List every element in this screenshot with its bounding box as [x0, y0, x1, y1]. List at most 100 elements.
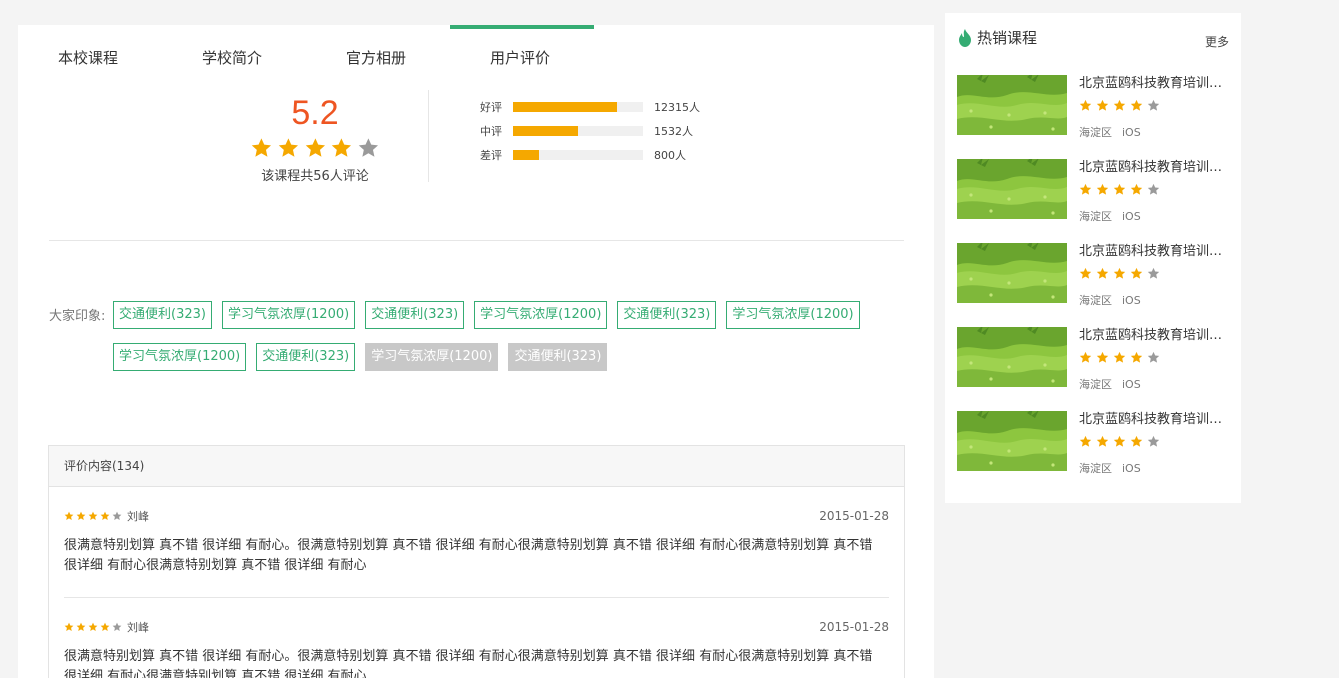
course-item[interactable]: 北京蓝鸥科技教育培训中心海淀区 iOS — [957, 411, 1231, 475]
star-icon — [1130, 99, 1143, 111]
course-item[interactable]: 北京蓝鸥科技教育培训中心 海淀区 iOS — [957, 327, 1231, 392]
review-meta: 刘峰 — [64, 507, 889, 525]
course-thumbnail[interactable] — [957, 159, 1067, 219]
course-thumbnail[interactable] — [957, 411, 1067, 471]
course-stars — [1079, 267, 1160, 280]
star-icon — [1096, 267, 1109, 279]
impression-tag[interactable]: 交通便利(323) — [256, 343, 356, 371]
rating-bar-fill — [513, 126, 578, 136]
star-icon — [1096, 99, 1109, 111]
star-icon — [251, 138, 272, 157]
rating-row: 好评 12315人 — [480, 95, 700, 119]
course-thumbnail-image — [957, 411, 1067, 471]
rating-bar — [513, 150, 643, 160]
course-title[interactable]: 北京蓝鸥科技教育培训中心 — [1079, 327, 1231, 345]
hot-courses-header: 热销课程 — [958, 27, 1037, 48]
rating-count: 12315人 — [654, 101, 700, 114]
course-stars — [1079, 435, 1160, 448]
star-icon — [1113, 351, 1126, 363]
course-thumbnail[interactable] — [957, 75, 1067, 135]
tab-official-album[interactable]: 官方相册 — [306, 25, 450, 90]
tab-school-courses[interactable]: 本校课程 — [18, 25, 162, 90]
more-link[interactable]: 更多 — [1205, 33, 1229, 50]
star-icon — [1096, 435, 1109, 447]
star-icon — [1130, 435, 1143, 447]
star-icon — [358, 138, 379, 157]
course-district: 海淀区 — [1079, 294, 1112, 307]
course-title[interactable]: 北京蓝鸥科技教育培训中心 — [1079, 75, 1231, 93]
hot-courses-panel: 热销课程 更多 北京蓝鸥科技教育培训中心 海淀区 iOS 北京蓝鸥科技教育培训中心海… — [945, 13, 1241, 503]
star-icon — [1096, 351, 1109, 363]
course-thumbnail[interactable] — [957, 327, 1067, 387]
review-count-text: 该课程共56人评论 — [261, 169, 369, 184]
review-text: 很满意特别划算 真不错 很详细 有耐心。很满意特别划算 真不错 很详细 有耐心很… — [64, 649, 873, 678]
star-icon — [88, 622, 98, 631]
review-stars — [64, 622, 122, 632]
course-thumbnail-image — [957, 327, 1067, 387]
impression-tag[interactable]: 交通便利(323) — [113, 301, 212, 329]
star-icon — [1147, 267, 1160, 279]
course-item[interactable]: 北京蓝鸥科技教育培训中心 海淀区 iOS — [957, 75, 1231, 140]
score-stars — [250, 137, 380, 159]
star-icon — [88, 511, 98, 520]
impression-tag[interactable]: 交通便利(323) — [365, 301, 465, 329]
star-icon — [1130, 351, 1143, 363]
rating-bar-fill — [513, 102, 617, 112]
course-stars — [1079, 99, 1160, 112]
star-icon — [76, 622, 86, 631]
course-title[interactable]: 北京蓝鸥科技教育培训中心 — [1079, 243, 1231, 261]
star-icon — [1113, 183, 1126, 195]
review-stars — [64, 511, 122, 521]
star-icon — [1079, 435, 1092, 447]
course-title[interactable]: 北京蓝鸥科技教育培训中心 — [1079, 159, 1231, 177]
star-icon — [1113, 267, 1126, 279]
course-meta: 海淀区 iOS — [1079, 124, 1141, 140]
star-icon — [76, 511, 86, 520]
impression-tag[interactable]: 学习气氛浓厚(1200) — [726, 301, 860, 329]
impression-tag[interactable]: 交通便利(323) — [617, 301, 717, 329]
star-icon — [1113, 99, 1126, 111]
main-panel: 本校课程 学校简介 官方相册 用户评价 5.2 该课程共56人评论 好评 1231… — [18, 25, 934, 678]
course-district: 海淀区 — [1079, 462, 1112, 475]
course-item[interactable]: 北京蓝鸥科技教育培训中心 海淀区 iOS — [957, 243, 1231, 307]
tab-user-reviews[interactable]: 用户评价 — [450, 25, 594, 90]
rating-label: 差评 — [480, 149, 502, 162]
course-item[interactable]: 北京蓝鸥科技教育培训中心 海淀区 iOS — [957, 159, 1231, 224]
rating-row: 差评 800人 — [480, 143, 700, 167]
impression-tag[interactable]: 学习气氛浓厚(1200) — [365, 343, 499, 371]
star-icon — [100, 622, 110, 631]
star-icon — [100, 511, 110, 520]
impression-tag[interactable]: 学习气氛浓厚(1200) — [221, 301, 356, 329]
impression-tag[interactable]: 学习气氛浓厚(1200) — [113, 343, 247, 371]
star-icon — [1079, 351, 1092, 363]
star-icon — [112, 511, 122, 520]
course-stars — [1079, 183, 1160, 196]
course-title[interactable]: 北京蓝鸥科技教育培训中心 — [1079, 411, 1231, 429]
tab-school-intro[interactable]: 学校简介 — [162, 25, 306, 90]
rating-breakdown: 好评 12315人 中评 1532人 差评 800人 — [480, 95, 700, 167]
star-icon — [64, 511, 74, 520]
review-date: 2015-01-28 — [819, 509, 889, 523]
star-icon — [332, 138, 352, 157]
course-district: 海淀区 — [1079, 126, 1112, 139]
review-date: 2015-01-28 — [819, 620, 889, 634]
star-icon — [305, 138, 325, 157]
course-tag: iOS — [1122, 462, 1141, 475]
course-meta: 海淀区 iOS — [1079, 376, 1141, 392]
course-meta: 海淀区 iOS — [1079, 208, 1141, 224]
star-icon — [1147, 99, 1160, 111]
course-stars — [1079, 351, 1160, 364]
score-value: 5.2 — [291, 94, 339, 132]
course-tag: iOS — [1122, 378, 1141, 391]
impression-tag[interactable]: 学习气氛浓厚(1200) — [474, 301, 608, 329]
course-thumbnail[interactable] — [957, 243, 1067, 303]
review-text: 很满意特别划算 真不错 很详细 有耐心。很满意特别划算 真不错 很详细 有耐心很… — [64, 538, 873, 573]
rating-label: 好评 — [480, 101, 502, 114]
reviews-header: 评价内容(134) — [49, 446, 904, 487]
star-icon — [1079, 183, 1092, 195]
review-item: 刘峰 2015-01-28 很满意特别划算 真不错 很详细 有耐心。很满意特别划算 … — [64, 487, 889, 598]
overall-score: 5.2 该课程共56人评论 — [250, 93, 380, 184]
star-icon — [1079, 99, 1092, 111]
impression-tag[interactable]: 交通便利(323) — [508, 343, 608, 371]
impressions-label: 大家印象: — [49, 309, 106, 324]
